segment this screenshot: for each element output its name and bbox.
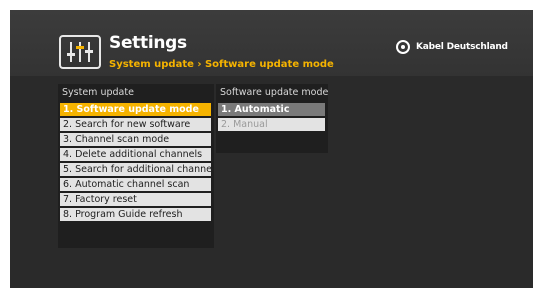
kabel-deutschland-logo-icon bbox=[396, 40, 410, 54]
option-automatic[interactable]: 1. Automatic bbox=[218, 103, 325, 116]
menu-item-automatic-channel-scan[interactable]: 6. Automatic channel scan bbox=[60, 178, 211, 191]
software-update-mode-options: Software update mode 1. Automatic 2. Man… bbox=[216, 84, 328, 153]
menu-item-search-new-software[interactable]: 2. Search for new software bbox=[60, 118, 211, 131]
menu-item-factory-reset[interactable]: 7. Factory reset bbox=[60, 193, 211, 206]
menu-item-search-additional-channels[interactable]: 5. Search for additional channels bbox=[60, 163, 211, 176]
brand: Kabel Deutschland bbox=[396, 40, 508, 54]
system-update-menu: System update 1. Software update mode 2.… bbox=[58, 84, 214, 248]
brand-name: Kabel Deutschland bbox=[416, 42, 508, 52]
menu-item-software-update-mode[interactable]: 1. Software update mode bbox=[60, 103, 211, 116]
option-manual[interactable]: 2. Manual bbox=[218, 118, 325, 131]
menu-item-channel-scan-mode[interactable]: 3. Channel scan mode bbox=[60, 133, 211, 146]
breadcrumb: System update › Software update mode bbox=[109, 59, 334, 70]
menu-heading: System update bbox=[62, 87, 134, 98]
page-title: Settings bbox=[109, 33, 187, 53]
header-bar: Settings System update › Software update… bbox=[10, 10, 533, 76]
menu-item-program-guide-refresh[interactable]: 8. Program Guide refresh bbox=[60, 208, 211, 221]
settings-sliders-icon bbox=[59, 35, 101, 69]
menu-item-delete-additional-channels[interactable]: 4. Delete additional channels bbox=[60, 148, 211, 161]
tv-screen: Settings System update › Software update… bbox=[10, 10, 533, 288]
options-heading: Software update mode bbox=[220, 87, 329, 98]
